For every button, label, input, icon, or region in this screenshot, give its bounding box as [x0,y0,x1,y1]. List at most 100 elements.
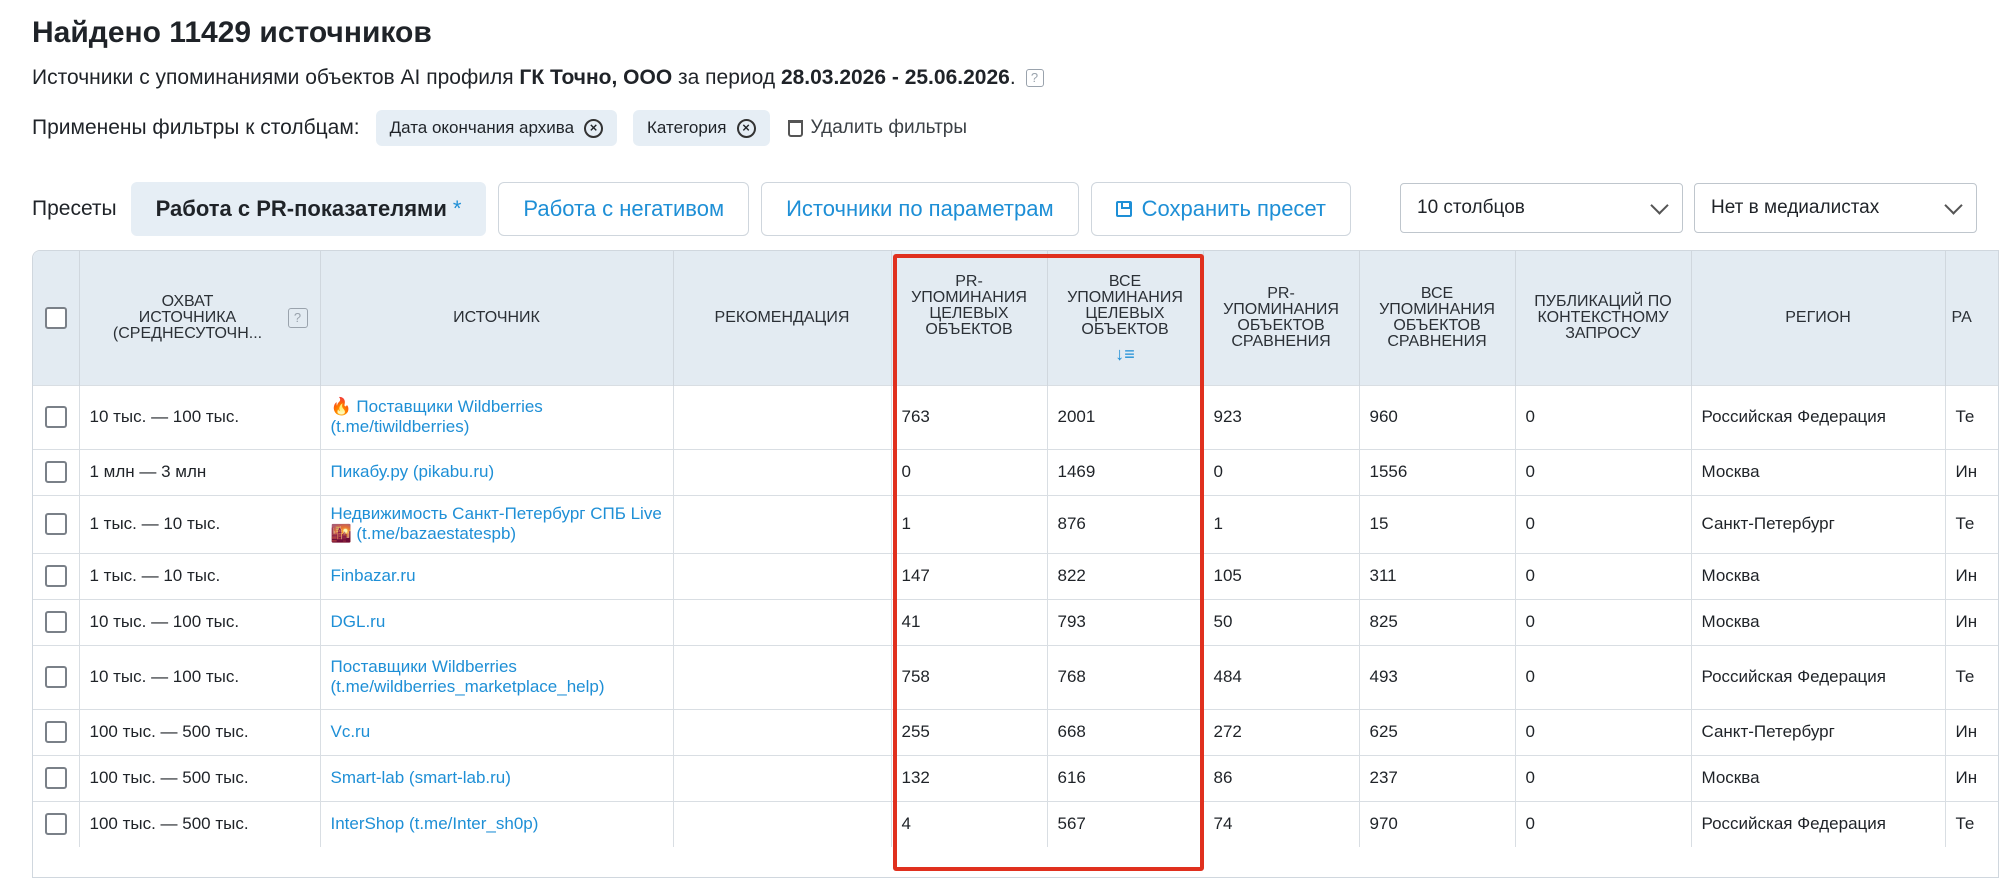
cell-value: 825 [1369,612,1398,631]
cell-value: 147 [901,566,930,585]
delete-filters-button[interactable]: Удалить фильтры [787,117,967,139]
cell-region: Санкт-Петербург [1691,494,1946,553]
remove-filter-icon[interactable]: × [736,118,756,138]
cell-pr-target: 41 [891,598,1048,645]
row-checkbox[interactable] [44,406,67,428]
cell-value: 237 [1369,768,1398,787]
col-recommendation-label: РЕКОМЕНДАЦИЯ [714,308,850,326]
cell-value: Москва [1701,768,1760,787]
table-row[interactable]: 10 тыс. — 100 тыс. 🔥 Поставщики Wildberri… [33,384,1998,449]
cell-reach: 1 млн — 3 млн [79,448,321,495]
cell-value: 616 [1057,768,1086,787]
row-checkbox[interactable] [44,461,67,483]
cell-all-target: 567 [1047,800,1204,847]
row-checkbox[interactable] [44,813,67,836]
row-checkbox[interactable] [44,513,67,535]
col-region[interactable]: РЕГИОН [1691,251,1946,385]
cell-value: 1556 [1369,462,1408,481]
source-link[interactable]: InterShop (t.me/Inter_sh0p) [331,814,539,833]
source-link[interactable]: Finbazar.ru [331,566,416,585]
col-extra[interactable]: РА [1945,251,1998,385]
table-row[interactable]: 100 тыс. — 500 тыс. InterShop (t.me/Inter… [33,800,1998,847]
cell-context: 0 [1515,644,1692,709]
cell-extra: Ин [1945,448,1998,495]
media-select-value: Нет в медиалистах [1711,197,1880,218]
cell-value: 0 [1525,407,1535,426]
cell-pr-comparison: 50 [1203,598,1360,645]
cell-rec [673,448,892,495]
cell-value: 970 [1369,814,1398,834]
row-checkbox[interactable] [44,721,67,743]
preset-negative[interactable]: Работа с негативом [498,182,750,236]
col-all-target[interactable]: ВСЕ УПОМИНАНИЯ ЦЕЛЕВЫХ ОБЪЕКТОВ ↓≡ [1047,251,1204,385]
source-link[interactable]: Smart-lab (smart-lab.ru) [331,768,511,787]
source-link[interactable]: Недвижимость Санкт-Петербург СПБ Live 🌇 … [331,504,662,543]
help-icon[interactable]: ? [287,308,308,328]
cell-value: 0 [1525,722,1535,741]
cell-all-comparison: 311 [1359,552,1516,599]
cell-region: Российская Федерация [1691,644,1946,709]
filter-chip-archive-date: Дата окончания архива × [375,110,618,146]
source-link[interactable]: 🔥 Поставщики Wildberries (t.me/tiwildber… [331,397,543,436]
table-row[interactable]: 1 млн — 3 млн Пикабу.ру (pikabu.ru) 0 1469 0… [33,448,1998,495]
col-context-publications[interactable]: ПУБЛИКАЦИЙ ПО КОНТЕКСТНОМУ ЗАПРОСУ [1515,251,1692,385]
cell-all-target: 768 [1047,644,1204,709]
table-row[interactable]: 10 тыс. — 100 тыс. DGL.ru 41 793 50 825 0 Москв… [33,598,1998,645]
cell-value: Ин [1955,722,1978,741]
col-pr-comparison[interactable]: PR-УПОМИНАНИЯ ОБЪЕКТОВ СРАВНЕНИЯ [1203,251,1360,385]
table-row[interactable]: 10 тыс. — 100 тыс. Поставщики Wildberries… [33,644,1998,709]
cell-rec [673,754,892,801]
page-subtitle: Источники с упоминаниями объектов AI про… [32,66,1044,90]
cell-pr-comparison: 484 [1203,644,1360,709]
row-checkbox[interactable] [44,611,67,633]
cell-value: 0 [1525,667,1535,686]
row-checkbox[interactable] [44,666,67,688]
media-select[interactable]: Нет в медиалистах [1694,183,1977,233]
cell-region: Российская Федерация [1691,800,1946,847]
source-link[interactable]: Поставщики Wildberries (t.me/wildberries… [331,657,605,696]
cell-region: Санкт-Петербург [1691,708,1946,755]
cell-value: 1469 [1057,462,1096,481]
cell-value: 822 [1057,566,1086,585]
profile-name: ГК Точно, ООО [519,66,673,89]
cell-value: 100 тыс. — 500 тыс. [89,814,249,834]
row-checkbox[interactable] [44,565,67,587]
row-checkbox[interactable] [44,767,67,789]
select-all-checkbox[interactable] [44,306,67,329]
help-icon[interactable]: ? [1025,69,1044,88]
cell-extra: Те [1945,800,1998,847]
preset-by-params[interactable]: Источники по параметрам [761,182,1079,236]
cell-reach: 1 тыс. — 10 тыс. [79,552,321,599]
presets-label: Пресеты [32,197,117,220]
save-preset-button[interactable]: Сохранить пресет [1090,182,1352,236]
columns-select[interactable]: 10 столбцов [1400,183,1683,233]
cell-reach: 100 тыс. — 500 тыс. [79,708,321,755]
presets-bar: Пресеты Работа с PR-показателями * Работ… [32,182,1363,236]
table-row[interactable]: 100 тыс. — 500 тыс. Vc.ru 255 668 272 625 0 Сан… [33,708,1998,755]
col-region-label: РЕГИОН [1785,308,1851,326]
table-row[interactable]: 100 тыс. — 500 тыс. Smart-lab (smart-lab.… [33,754,1998,801]
cell-pr-comparison: 86 [1203,754,1360,801]
cell-pr-comparison: 1 [1203,494,1360,553]
cell-value: 668 [1057,722,1086,741]
table-row[interactable]: 1 тыс. — 10 тыс. Finbazar.ru 147 822 105 311 0… [33,552,1998,599]
cell-source: Finbazar.ru [320,552,674,599]
source-link[interactable]: Пикабу.ру (pikabu.ru) [331,462,495,481]
remove-filter-icon[interactable]: × [584,118,604,138]
col-pr-target[interactable]: PR-УПОМИНАНИЯ ЦЕЛЕВЫХ ОБЪЕКТОВ· [891,251,1048,385]
cell-pr-comparison: 0 [1203,448,1360,495]
col-source[interactable]: ИСТОЧНИК [320,251,674,385]
cell-all-comparison: 825 [1359,598,1516,645]
table-row[interactable]: 1 тыс. — 10 тыс. Недвижимость Санкт-Петер… [33,494,1998,553]
source-link[interactable]: DGL.ru [331,612,386,631]
col-all-comparison[interactable]: ВСЕ УПОМИНАНИЯ ОБЪЕКТОВ СРАВНЕНИЯ [1359,251,1516,385]
cell-all-target: 822 [1047,552,1204,599]
preset-pr-metrics[interactable]: Работа с PR-показателями * [130,182,487,236]
source-link[interactable]: Vc.ru [331,722,371,741]
save-preset-label: Сохранить пресет [1141,196,1327,221]
col-all-comparison-label: ВСЕ УПОМИНАНИЯ ОБЪЕКТОВ СРАВНЕНИЯ [1379,284,1495,350]
col-recommendation[interactable]: РЕКОМЕНДАЦИЯ [673,251,892,385]
cell-value: 4 [901,814,911,834]
col-reach[interactable]: ОХВАТ ИСТОЧНИКА (СРЕДНЕСУТОЧН...? [79,251,321,385]
sort-desc-icon[interactable]: ↓≡ [1054,345,1197,363]
